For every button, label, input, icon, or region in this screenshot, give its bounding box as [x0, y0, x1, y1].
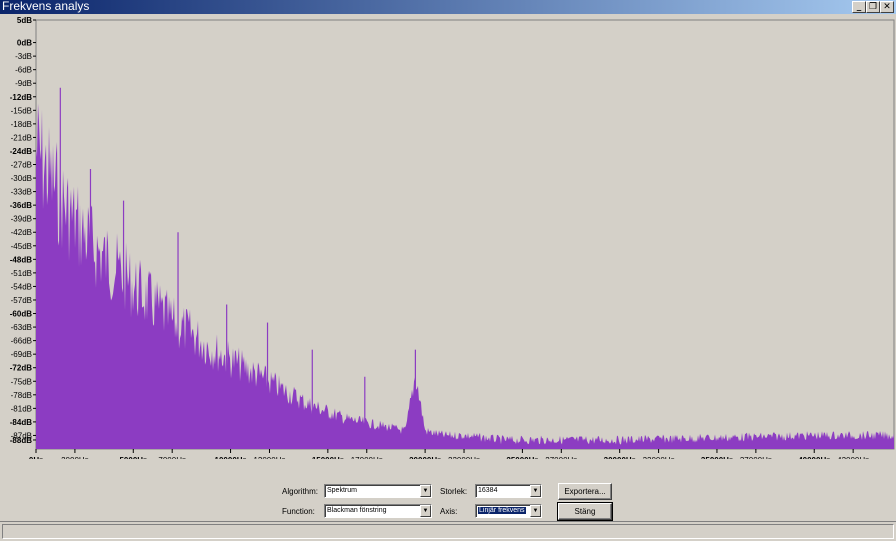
function-select[interactable]: Blackman fönstring ▼: [324, 504, 432, 518]
algorithm-select[interactable]: Spektrum ▼: [324, 484, 432, 498]
x-tick-label: 32000Hz: [643, 456, 675, 459]
y-tick-label: -57dB: [11, 296, 32, 305]
x-tick-label: 5000Hz: [119, 456, 147, 459]
y-tick-label: -75dB: [11, 377, 32, 386]
y-tick-label: -72dB: [10, 364, 32, 373]
y-tick-label: -63dB: [11, 323, 32, 332]
y-tick-label: -12dB: [10, 93, 32, 102]
status-bar: [0, 521, 896, 541]
y-tick-label: -3dB: [15, 52, 32, 61]
size-select[interactable]: 16384 ▼: [475, 484, 542, 498]
close-dialog-button[interactable]: Stäng: [557, 502, 613, 521]
y-tick-label: -45dB: [11, 242, 32, 251]
axis-select[interactable]: Linjär frekvens ▼: [475, 504, 542, 518]
function-label: Function:: [282, 507, 315, 516]
y-tick-label: -69dB: [11, 350, 32, 359]
y-tick-label: -33dB: [11, 188, 32, 197]
y-tick-label: -15dB: [11, 106, 32, 115]
chevron-down-icon[interactable]: ▼: [420, 505, 431, 517]
x-tick-label: 12000Hz: [253, 456, 285, 459]
window-title: Frekvens analys: [2, 0, 90, 13]
y-tick-label: 0dB: [17, 39, 32, 48]
title-bar[interactable]: Frekvens analys _ ❐ ✕: [0, 0, 896, 14]
y-tick-label: -51dB: [11, 269, 32, 278]
y-tick-label: -42dB: [11, 228, 32, 237]
axis-value: Linjär frekvens: [478, 507, 526, 514]
y-tick-label: -30dB: [11, 174, 32, 183]
y-tick-label: -18dB: [11, 120, 32, 129]
export-button[interactable]: Exportera...: [558, 483, 612, 500]
x-tick-label: 7000Hz: [158, 456, 186, 459]
x-tick-label: 17000Hz: [351, 456, 383, 459]
x-tick-label: 35000Hz: [701, 456, 733, 459]
minimize-button[interactable]: _: [852, 1, 866, 13]
x-tick-label: 15000Hz: [312, 456, 344, 459]
y-tick-label: -48dB: [10, 255, 32, 264]
close-button[interactable]: ✕: [880, 1, 894, 13]
y-tick-label: -36dB: [10, 201, 32, 210]
x-tick-label: 37000Hz: [740, 456, 772, 459]
chevron-down-icon[interactable]: ▼: [530, 505, 541, 517]
algorithm-label: Algorithm:: [282, 487, 319, 496]
y-tick-label: -81dB: [11, 404, 32, 413]
size-value: 16384: [478, 487, 498, 494]
y-tick-label: -39dB: [11, 215, 32, 224]
y-tick-label: 5dB: [17, 16, 32, 25]
y-axis: 5dB 0dB -3dB -6dB -9dB -12dB -15dB -18dB -21dB -2…: [10, 16, 36, 445]
size-label: Storlek:: [440, 487, 468, 496]
x-tick-label: 40000Hz: [798, 456, 830, 459]
y-tick-label: -60dB: [10, 310, 32, 319]
x-tick-label: 22000Hz: [448, 456, 480, 459]
chevron-down-icon[interactable]: ▼: [420, 485, 431, 497]
y-tick-label: -78dB: [11, 391, 32, 400]
y-tick-label: -27dB: [11, 161, 32, 170]
function-value: Blackman fönstring: [327, 507, 387, 514]
y-tick-label: -9dB: [15, 79, 32, 88]
spectrum-plot: 5dB 0dB -3dB -6dB -9dB -12dB -15dB -18dB -21dB -2…: [10, 16, 895, 459]
x-tick-label: 42000Hz: [837, 456, 869, 459]
x-tick-label: 20000Hz: [409, 456, 441, 459]
chevron-down-icon[interactable]: ▼: [530, 485, 541, 497]
y-tick-label: -66dB: [11, 337, 32, 346]
x-tick-label: 0Hz: [29, 456, 43, 459]
x-tick-label: 10000Hz: [215, 456, 247, 459]
x-tick-label: 25000Hz: [506, 456, 538, 459]
y-tick-label: -6dB: [15, 66, 32, 75]
axis-label: Axis:: [440, 507, 458, 516]
x-axis: 0Hz 2000Hz 5000Hz 7000Hz 10000Hz 12000Hz 15000…: [29, 449, 869, 459]
algorithm-value: Spektrum: [327, 487, 357, 494]
status-panel: [2, 524, 894, 539]
y-tick-label: -84dB: [10, 418, 32, 427]
y-tick-label: -54dB: [11, 282, 32, 291]
restore-button[interactable]: ❐: [866, 1, 880, 13]
y-tick-label: -24dB: [10, 147, 32, 156]
x-tick-label: 30000Hz: [604, 456, 636, 459]
y-tick-label: -88dB: [10, 436, 32, 445]
x-tick-label: 2000Hz: [61, 456, 89, 459]
x-tick-label: 27000Hz: [545, 456, 577, 459]
y-tick-label: -21dB: [11, 133, 32, 142]
